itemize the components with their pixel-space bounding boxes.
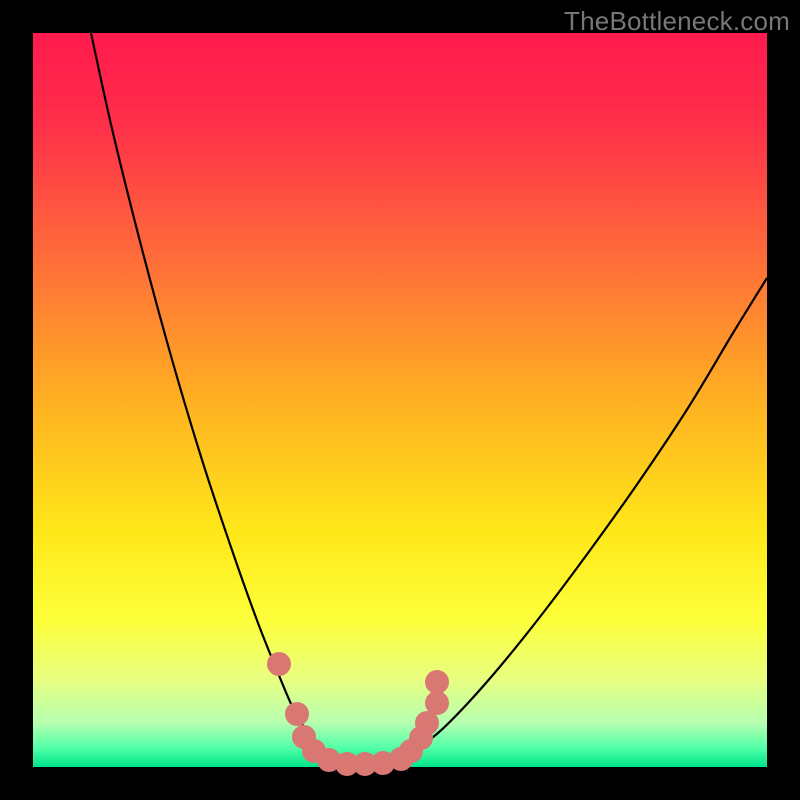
chart-canvas	[33, 33, 767, 767]
highlight-dot	[425, 670, 449, 694]
highlight-dot	[267, 652, 291, 676]
highlight-dot	[425, 691, 449, 715]
highlight-dot	[285, 702, 309, 726]
plot-area	[33, 33, 767, 767]
outer-frame: TheBottleneck.com	[0, 0, 800, 800]
highlight-dots	[267, 652, 449, 776]
bottleneck-curve	[91, 33, 767, 763]
